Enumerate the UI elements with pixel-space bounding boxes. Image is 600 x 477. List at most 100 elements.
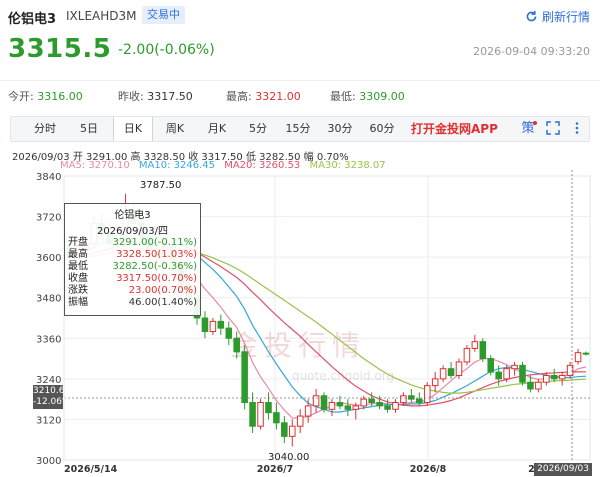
candle [447,361,455,379]
candle-body [463,347,471,363]
tab-timeshare[interactable]: 分时 [25,117,65,141]
candle-body [392,402,399,410]
candle [511,361,518,376]
tab-5day[interactable]: 5日 [71,117,107,141]
candle [217,314,225,335]
tab-daily-k[interactable]: 日K [113,117,153,141]
refresh-button[interactable]: 刷新行情 [525,8,590,25]
candle-body [225,327,233,339]
candle-body [304,405,312,417]
y-tick-label: 3000 [36,456,61,467]
tab-5min[interactable]: 5分 [243,117,273,141]
candle [558,372,566,386]
y-tick-label: 3840 [36,172,61,183]
more-menu-icon[interactable] [569,121,585,137]
candle-body [550,374,558,380]
candle-body [344,405,352,410]
candle-body [368,398,375,404]
y-tick-label: 3480 [36,294,61,305]
tab-15min[interactable]: 15分 [281,117,315,141]
candle-tooltip: 伦铝电3 2026/09/03/四 开盘 3291.00(-0.11%) 最高 33… [64,203,201,316]
tooltip-date: 2026/09/03/四 [96,226,168,237]
candle-body [423,385,431,404]
candle [408,389,415,403]
tab-monthly-k[interactable]: 月K [199,117,235,141]
cursor-price: 3210.62 [33,386,71,396]
candle [312,389,320,413]
candle [265,392,272,420]
candle-body [400,395,407,404]
candle-body [519,364,526,383]
candle [423,382,431,406]
candle-body [336,402,344,407]
candle-body [328,402,336,410]
candle-body [233,337,240,353]
candle [296,409,304,433]
candle [241,345,248,410]
tooltip-low: 最低 3282.50(-0.36%) [68,261,197,272]
trading-status-badge: 交易中 [142,6,185,24]
tooltip-high: 最高 3328.50(1.03%) [68,249,197,260]
tab-60min[interactable]: 60分 [365,117,399,141]
candle [249,392,256,433]
notification-dot-icon [533,121,537,125]
instrument-name: 伦铝电3 [8,12,57,27]
open-app-link[interactable]: 打开金投网APP [411,117,498,141]
strategy-button[interactable]: 策 [519,121,537,137]
tab-30min[interactable]: 30分 [323,117,357,141]
candle-body [312,395,320,407]
candle-body [431,378,439,387]
tooltip-open: 开盘 3291.00(-0.11%) [68,237,197,248]
tooltip-title: 伦铝电3 [114,210,151,221]
y-tick-label: 3360 [36,334,61,345]
candle [463,345,471,366]
candle-body [296,415,304,427]
fullscreen-icon[interactable] [545,121,561,137]
candle-body [360,398,368,407]
tab-weekly-k[interactable]: 周K [157,117,193,141]
candle-body [265,402,272,414]
candle [201,311,209,339]
candle [257,399,264,430]
stats-row: 今开: 3316.00 昨收: 3317.50 最高: 3321.00 最低: … [0,86,600,106]
last-price: 3315.5 [8,34,112,64]
max-price-annotation: 3787.50 [140,180,181,191]
tooltip-change: 涨跌 23.00(0.70%) [68,285,197,296]
stat-high: 最高: 3321.00 [226,90,301,103]
period-tabs: 分时 5日 日K 周K 月K 5分 15分 30分 60分 打开金投网APP 策 [10,116,590,142]
candle-body [471,341,479,349]
refresh-label: 刷新行情 [541,10,590,24]
x-tick-label: 2026/8 [410,464,447,475]
divider [0,80,600,81]
stat-low: 最低: 3309.00 [330,90,405,103]
quote-row: 3315.5 -2.00(-0.06%) 2026-09-04 09:33:20 [0,32,600,68]
candle-body [503,368,510,380]
candle [320,392,328,413]
y-tick-label: 3720 [36,213,61,224]
candle-body [201,317,209,333]
x-tick-label: 2026/7 [257,464,294,475]
candle [328,399,336,417]
y-axis-labels: 30003120324033603480360037203840 [36,172,61,467]
candle [471,334,479,352]
candle [439,365,447,383]
candle-body [543,374,550,383]
candle-body [439,368,447,380]
candle [455,358,463,379]
candle-body [495,371,502,380]
candle [574,348,582,365]
candle-body [455,361,463,376]
candle-body [408,395,415,400]
refresh-icon [526,10,537,22]
candle [487,355,495,376]
candle-body [558,374,566,380]
candle [281,416,288,444]
stat-open: 今开: 3316.00 [8,90,83,103]
cursor-price-tag: 3210.62 -12.06% [33,385,71,409]
watermark: 金投行情 quote.cngold.org [230,329,394,383]
candle-body [582,352,590,355]
x-tick-label: 2026/5/14 [64,464,118,475]
candle-body [241,351,248,404]
cursor-pct: -12.06% [33,397,71,407]
header: 伦铝电3 IXLEAHD3M 交易中 刷新行情 [0,0,600,32]
